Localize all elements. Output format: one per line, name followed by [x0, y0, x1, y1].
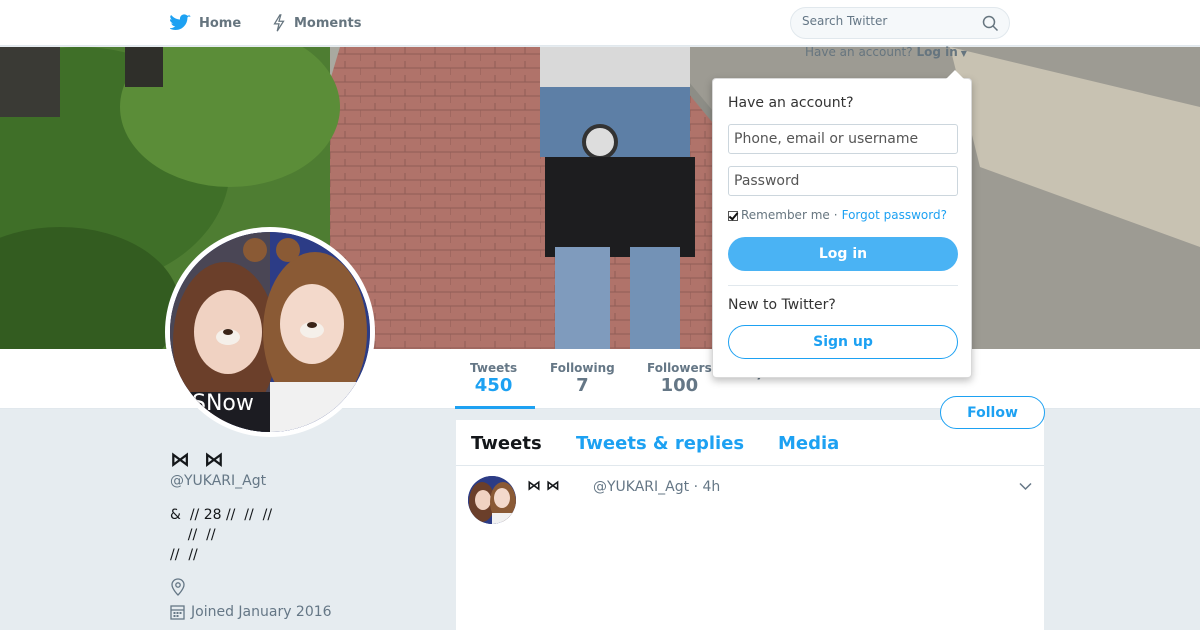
profile-bio: & // 28 // // // // // // //: [170, 505, 272, 565]
remember-me-checkbox[interactable]: [728, 211, 738, 221]
stat-following-value: 7: [576, 375, 589, 396]
tweet-avatar[interactable]: [468, 476, 516, 524]
top-navigation-bar: Home Moments: [0, 0, 1200, 46]
active-stat-underline: [455, 406, 535, 409]
login-dropdown: Have an account? Remember me · Forgot pa…: [712, 78, 972, 378]
search-icon[interactable]: [982, 15, 999, 32]
tweet[interactable]: ⋈ ⋈ @YUKARI_Agt · 4h: [456, 466, 1044, 566]
profile-handle[interactable]: @YUKARI_Agt: [170, 473, 266, 489]
stat-followers[interactable]: Followers 100: [647, 361, 712, 396]
nav-home-label: Home: [199, 15, 242, 31]
stat-following-label: Following: [550, 361, 615, 375]
new-to-twitter-label: New to Twitter?: [728, 297, 836, 313]
nav-moments-label: Moments: [294, 15, 362, 31]
joined-date: Joined January 2016: [170, 604, 332, 620]
dropdown-arrow: [946, 70, 964, 79]
timeline: Tweets Tweets & replies Media ⋈ ⋈ @YUKAR…: [456, 420, 1044, 630]
signup-button[interactable]: Sign up: [728, 325, 958, 359]
joined-label: Joined January 2016: [191, 604, 332, 620]
bio-line: & // 28 // // //: [170, 507, 273, 523]
tab-tweets-and-replies[interactable]: Tweets & replies: [576, 433, 744, 454]
login-title: Have an account?: [728, 95, 854, 111]
nav-moments[interactable]: Moments: [272, 0, 361, 46]
login-dropdown-toggle[interactable]: Have an account? Log in ▼: [805, 45, 967, 59]
lightning-icon: [273, 14, 285, 32]
forgot-password-link[interactable]: Forgot password?: [842, 208, 947, 222]
account-prompt: Have an account?: [805, 45, 913, 59]
remember-me[interactable]: Remember me · Forgot password?: [728, 208, 947, 222]
avatar-photo: SNow: [170, 232, 370, 432]
follow-button[interactable]: Follow: [940, 396, 1045, 429]
avatar-sticker-text: SNow: [192, 391, 254, 416]
password-field[interactable]: [728, 166, 958, 196]
tab-tweets[interactable]: Tweets: [471, 433, 542, 454]
divider: [728, 285, 958, 286]
bio-line: // //: [170, 547, 198, 563]
tweet-author-name[interactable]: ⋈ ⋈: [527, 478, 560, 494]
caret-down-icon: ▼: [960, 49, 967, 58]
tab-media[interactable]: Media: [778, 433, 839, 454]
stat-followers-value: 100: [660, 375, 699, 396]
stat-tweets-value: 450: [474, 375, 513, 396]
avatar[interactable]: SNow: [165, 227, 375, 437]
tweet-avatar-photo: [468, 476, 516, 524]
twitter-bird-icon: [170, 14, 191, 30]
calendar-icon: [170, 605, 185, 620]
stat-tweets[interactable]: Tweets 450: [470, 361, 517, 396]
separator-dot: ·: [833, 208, 838, 222]
stat-following[interactable]: Following 7: [550, 361, 615, 396]
remember-me-label: Remember me: [741, 208, 830, 222]
profile-name: ⋈ ︎︎︎︎︎ ⋈: [170, 447, 224, 471]
username-field[interactable]: [728, 124, 958, 154]
login-link[interactable]: Log in: [916, 45, 957, 59]
location-icon: [171, 578, 185, 596]
login-button[interactable]: Log in: [728, 237, 958, 271]
nav-home[interactable]: Home: [170, 0, 241, 46]
search-box: [790, 7, 1010, 39]
stat-followers-label: Followers: [647, 361, 712, 375]
search-input[interactable]: [802, 14, 972, 28]
tweet-meta[interactable]: @YUKARI_Agt · 4h: [593, 479, 720, 495]
bio-line: // //: [170, 527, 216, 543]
stat-tweets-label: Tweets: [470, 361, 518, 375]
chevron-down-icon[interactable]: [1019, 482, 1032, 491]
